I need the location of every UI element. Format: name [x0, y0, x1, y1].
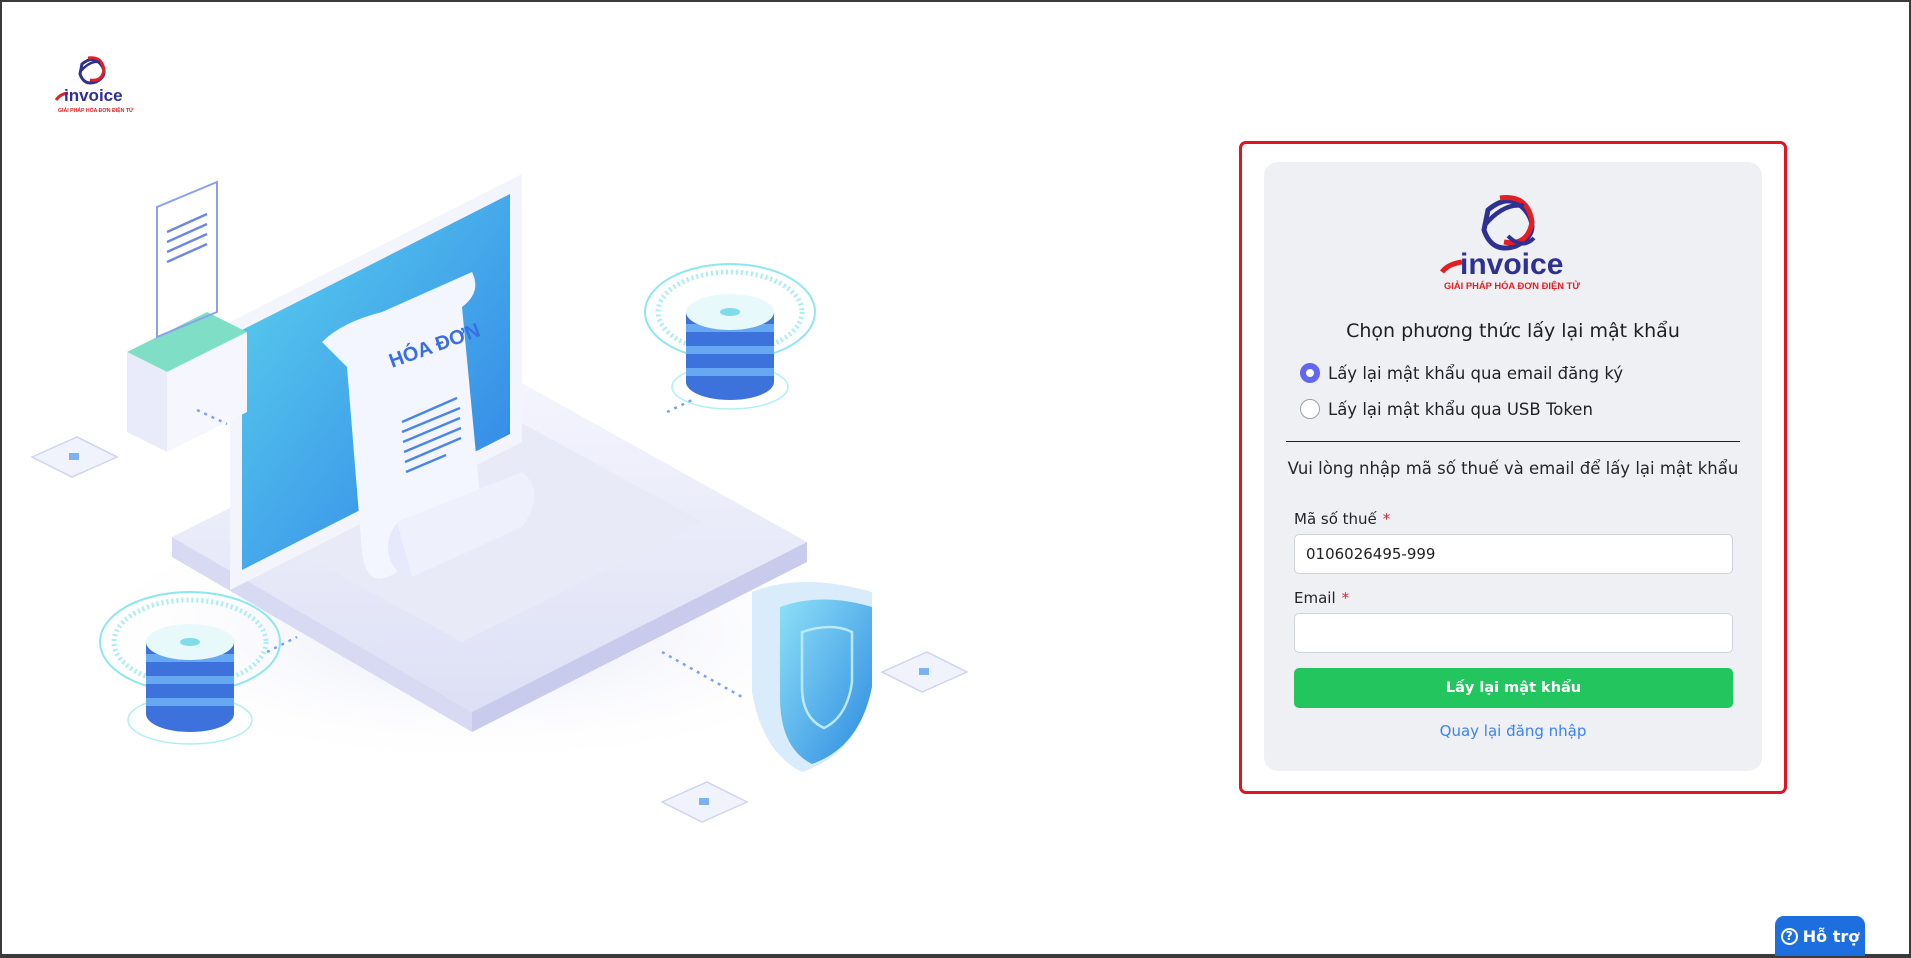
question-circle-icon: ? [1780, 927, 1798, 945]
back-to-login-link[interactable]: Quay lại đăng nhập [1264, 722, 1762, 740]
email-label: Email * [1294, 589, 1350, 607]
email-input[interactable] [1294, 613, 1733, 653]
required-mark: * [1341, 589, 1350, 607]
svg-text:GIẢI PHÁP HÓA ĐƠN ĐIỆN TỬ: GIẢI PHÁP HÓA ĐƠN ĐIỆN TỬ [58, 106, 134, 114]
svg-text:GIẢI PHÁP HÓA ĐƠN ĐIỆN TỬ: GIẢI PHÁP HÓA ĐƠN ĐIỆN TỬ [1444, 280, 1580, 291]
radio-unselected-icon[interactable] [1300, 399, 1320, 419]
option-email-label: Lấy lại mật khẩu qua email đăng ký [1328, 363, 1624, 383]
instructions-text: Vui lòng nhập mã số thuế và email để lấy… [1287, 459, 1739, 478]
radio-selected-icon[interactable] [1300, 363, 1320, 383]
header-logo: invoice GIẢI PHÁP HÓA ĐƠN ĐIỆN TỬ [54, 56, 136, 118]
tax-code-label: Mã số thuế * [1294, 510, 1391, 528]
brand-logo: invoice GIẢI PHÁP HÓA ĐƠN ĐIỆN TỬ [1440, 195, 1580, 291]
brand-emblem-icon [1481, 195, 1536, 251]
recover-password-button[interactable]: Lấy lại mật khẩu [1294, 668, 1733, 708]
required-mark: * [1382, 510, 1391, 528]
invoice-illustration: HÓA ĐƠN [30, 174, 969, 823]
option-usb-token-recovery[interactable]: Lấy lại mật khẩu qua USB Token [1300, 399, 1593, 419]
svg-text:invoice: invoice [64, 86, 123, 105]
help-label: Hỗ trợ [1802, 926, 1860, 946]
card-title: Chọn phương thức lấy lại mật khẩu [1346, 320, 1680, 342]
brand-emblem-icon: invoice GIẢI PHÁP HÓA ĐƠN ĐIỆN TỬ [54, 56, 134, 114]
tax-code-input[interactable] [1294, 534, 1733, 574]
option-usb-label: Lấy lại mật khẩu qua USB Token [1328, 399, 1593, 419]
password-recovery-card: invoice GIẢI PHÁP HÓA ĐƠN ĐIỆN TỬ Chọn p… [1264, 162, 1762, 771]
help-button[interactable]: ? Hỗ trợ [1775, 916, 1865, 956]
option-email-recovery[interactable]: Lấy lại mật khẩu qua email đăng ký [1300, 363, 1623, 383]
svg-text:invoice: invoice [1460, 248, 1563, 281]
section-divider [1286, 441, 1740, 442]
